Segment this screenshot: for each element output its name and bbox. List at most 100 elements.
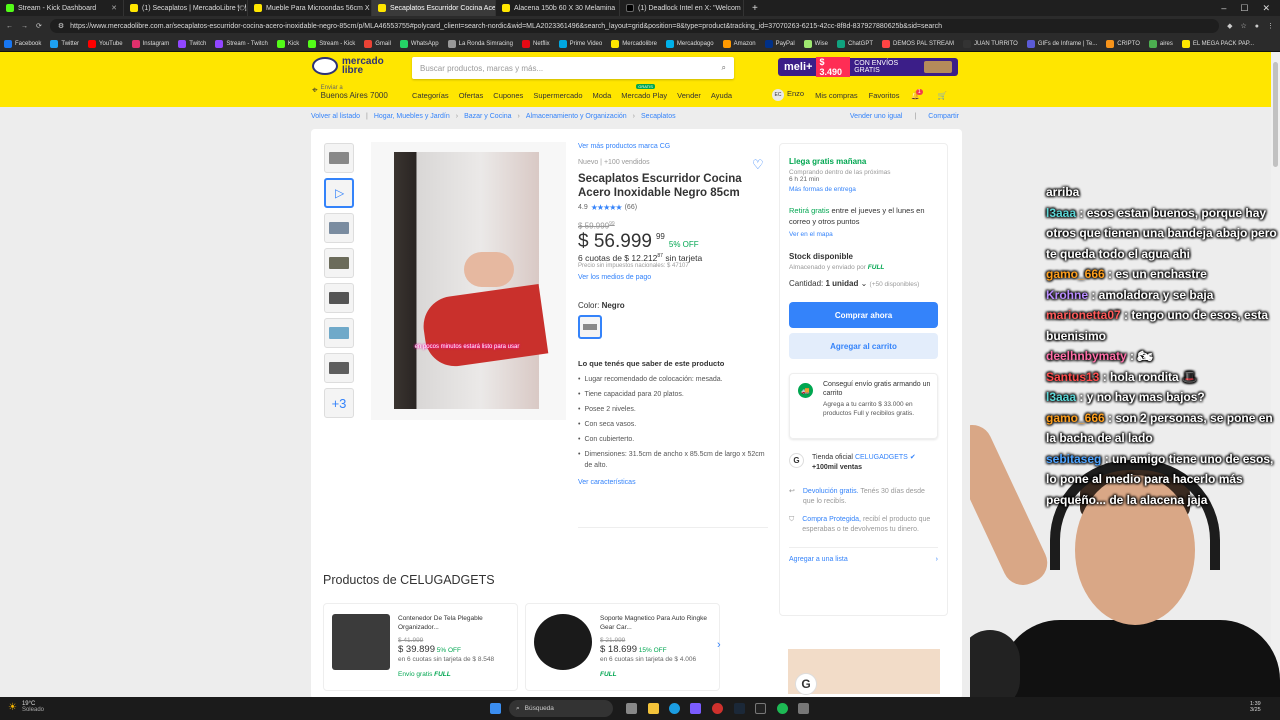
breadcrumb-item[interactable]: Hogar, Muebles y Jardín xyxy=(374,113,450,120)
quantity-selector[interactable]: Cantidad: 1 unidad ⌄ (+50 disponibles) xyxy=(789,279,938,288)
bookmark-item[interactable]: La Ronda Simracing xyxy=(447,39,513,48)
bookmark-item[interactable]: Mercadopago xyxy=(665,39,714,48)
steam-icon[interactable] xyxy=(734,703,745,714)
thumbnail[interactable] xyxy=(324,318,354,348)
maximize-icon[interactable]: ☐ xyxy=(1240,3,1248,14)
chrome-icon[interactable] xyxy=(712,703,723,714)
scrollbar-thumb[interactable] xyxy=(1273,62,1278,167)
more-brand-link[interactable]: Ver más productos marca CG xyxy=(578,143,768,150)
forward-icon[interactable]: → xyxy=(21,23,28,30)
share-link[interactable]: Compartir xyxy=(928,113,959,120)
bookmark-item[interactable]: Prime Video xyxy=(558,39,602,48)
browser-tab[interactable]: (1) Secaplatos | MercadoLibre 🍽✕ xyxy=(124,0,248,16)
bookmark-item[interactable]: PayPal xyxy=(764,39,795,48)
new-tab-icon[interactable]: + xyxy=(744,3,766,14)
profile-icon[interactable]: ● xyxy=(1255,23,1259,30)
bookmark-item[interactable]: Instagram xyxy=(131,39,169,48)
bookmark-item[interactable]: aires xyxy=(1148,39,1173,48)
free-shipping-box[interactable]: 🚚 Conseguí envío gratis armando un carri… xyxy=(789,373,938,439)
bookmark-item[interactable]: Stream - Kick xyxy=(308,39,355,48)
more-delivery-link[interactable]: Más formas de entrega xyxy=(789,186,938,193)
bookmark-item[interactable]: Twitter xyxy=(50,39,79,48)
cart-icon[interactable]: 🛒 xyxy=(938,91,947,100)
map-link[interactable]: Ver en el mapa xyxy=(789,231,938,238)
bookmark-item[interactable]: Mercadolibre xyxy=(611,39,657,48)
add-to-cart-button[interactable]: Agregar al carrito xyxy=(789,333,938,359)
back-icon[interactable]: ← xyxy=(6,23,13,30)
bookmark-item[interactable]: YouTube xyxy=(88,39,123,48)
shipping-location[interactable]: ⌖ Enviar a Buenos Aires 7000 xyxy=(312,85,388,100)
close-window-icon[interactable]: ✕ xyxy=(1262,3,1270,14)
notifications-bell-icon[interactable]: 🔔1 xyxy=(910,88,926,100)
bookmark-star-icon[interactable]: ☆ xyxy=(1240,22,1246,30)
bookmark-item[interactable]: EL MEGA PACK PAP... xyxy=(1181,39,1254,48)
official-store[interactable]: G Tienda oficial CELUGADGETS ✔ +100mil ve… xyxy=(789,453,938,473)
app-icon[interactable] xyxy=(798,703,809,714)
bookmark-item[interactable]: Kick xyxy=(276,39,299,48)
obs-icon[interactable] xyxy=(755,703,766,714)
bookmark-item[interactable]: WhatsApp xyxy=(399,39,439,48)
browser-tab[interactable]: Mueble Para Microondas 56cm X✕ xyxy=(248,0,372,16)
site-info-icon[interactable]: ⚙ xyxy=(58,22,64,30)
reload-icon[interactable]: ⟳ xyxy=(36,22,42,30)
breadcrumb-item[interactable]: Secaplatos xyxy=(641,113,676,120)
nav-categorias[interactable]: Categorías xyxy=(412,91,449,100)
mis-compras-link[interactable]: Mis compras xyxy=(815,91,858,100)
nav-mercado-play[interactable]: GRATIS Mercado Play xyxy=(621,84,667,100)
menu-icon[interactable]: ⋮ xyxy=(1267,22,1274,30)
browser-tab[interactable]: Alacena 150b 60 X 30 Melamina✕ xyxy=(496,0,620,16)
payment-methods-link[interactable]: Ver los medios de pago xyxy=(578,274,768,281)
product-video-frame[interactable]: en pocos minutos estará listo para usar xyxy=(394,152,549,409)
favorite-heart-icon[interactable]: ♡ xyxy=(752,157,764,173)
nav-ayuda[interactable]: Ayuda xyxy=(711,91,732,100)
bookmark-item[interactable]: Netflix xyxy=(521,39,550,48)
add-to-list-link[interactable]: Agregar a una lista › xyxy=(789,547,938,563)
bookmark-item[interactable]: DEMOS PAL STREAM xyxy=(882,39,954,48)
browser-tab-active[interactable]: Secaplatos Escurridor Cocina Ace✕ xyxy=(372,0,496,16)
bookmark-item[interactable]: GIFs de Inframe | Te... xyxy=(1026,39,1097,48)
features-link[interactable]: Ver características xyxy=(578,479,768,486)
back-to-list-link[interactable]: Volver al listado xyxy=(311,113,360,120)
edge-icon[interactable] xyxy=(669,703,680,714)
related-product-card[interactable]: Contenedor De Tela Plegable Organizador.… xyxy=(323,603,518,691)
thumbnail[interactable] xyxy=(324,143,354,173)
color-option-selected[interactable] xyxy=(578,314,602,339)
taskbar-search[interactable]: ⌕ Búsqueda xyxy=(509,700,613,717)
spotify-icon[interactable] xyxy=(777,703,788,714)
favoritos-link[interactable]: Favoritos xyxy=(869,91,900,100)
browser-tab[interactable]: Stream - Kick Dashboard ✕ xyxy=(0,0,124,16)
bookmark-item[interactable]: CRIPTO xyxy=(1106,39,1140,48)
nav-ofertas[interactable]: Ofertas xyxy=(459,91,484,100)
rating[interactable]: 4.9 ★★★★★ (66) xyxy=(578,203,768,212)
bookmark-item[interactable]: Gmail xyxy=(364,39,391,48)
bookmark-item[interactable]: Stream - Twitch xyxy=(215,39,268,48)
bookmark-item[interactable]: Twitch xyxy=(178,39,206,48)
start-icon[interactable] xyxy=(490,703,501,714)
task-view-icon[interactable] xyxy=(626,703,637,714)
browser-tab[interactable]: (1) Deadlock Intel en X: "Welcom✕ xyxy=(620,0,744,16)
nav-moda[interactable]: Moda xyxy=(593,91,612,100)
buy-now-button[interactable]: Comprar ahora xyxy=(789,302,938,328)
search-icon[interactable]: ⌕ xyxy=(722,63,726,73)
breadcrumb-item[interactable]: Almacenamiento y Organización xyxy=(526,113,627,120)
weather-widget[interactable]: ☀ 19°C Soleado xyxy=(8,701,44,713)
close-icon[interactable]: ✕ xyxy=(111,4,117,12)
bookmark-item[interactable]: JUAN TURRITO xyxy=(963,39,1018,48)
thumbnail-video-selected[interactable]: ▷ xyxy=(324,178,354,208)
thumbnail-more[interactable]: +3 xyxy=(324,388,354,418)
user-menu[interactable]: EC Enzo xyxy=(772,89,804,101)
extension-icon[interactable]: ◆ xyxy=(1227,22,1232,30)
related-product-card[interactable]: Soporte Magnetico Para Auto Ringke Gear … xyxy=(525,603,720,691)
ad-banner[interactable]: G xyxy=(779,645,949,697)
bookmark-item[interactable]: Facebook xyxy=(4,39,41,48)
search-input[interactable]: Buscar productos, marcas y más... ⌕ xyxy=(412,57,734,79)
nav-supermercado[interactable]: Supermercado xyxy=(533,91,582,100)
bookmark-item[interactable]: Amazon xyxy=(722,39,756,48)
minimize-icon[interactable]: – xyxy=(1221,3,1226,14)
bookmark-item[interactable]: ChatGPT xyxy=(837,39,873,48)
thumbnail[interactable] xyxy=(324,353,354,383)
carousel-next-icon[interactable]: › xyxy=(717,639,721,651)
mercadolibre-logo[interactable]: mercado libre xyxy=(312,57,392,76)
sell-same-link[interactable]: Vender uno igual xyxy=(850,113,903,120)
clock[interactable]: 1:39 3/25 xyxy=(1250,701,1261,713)
